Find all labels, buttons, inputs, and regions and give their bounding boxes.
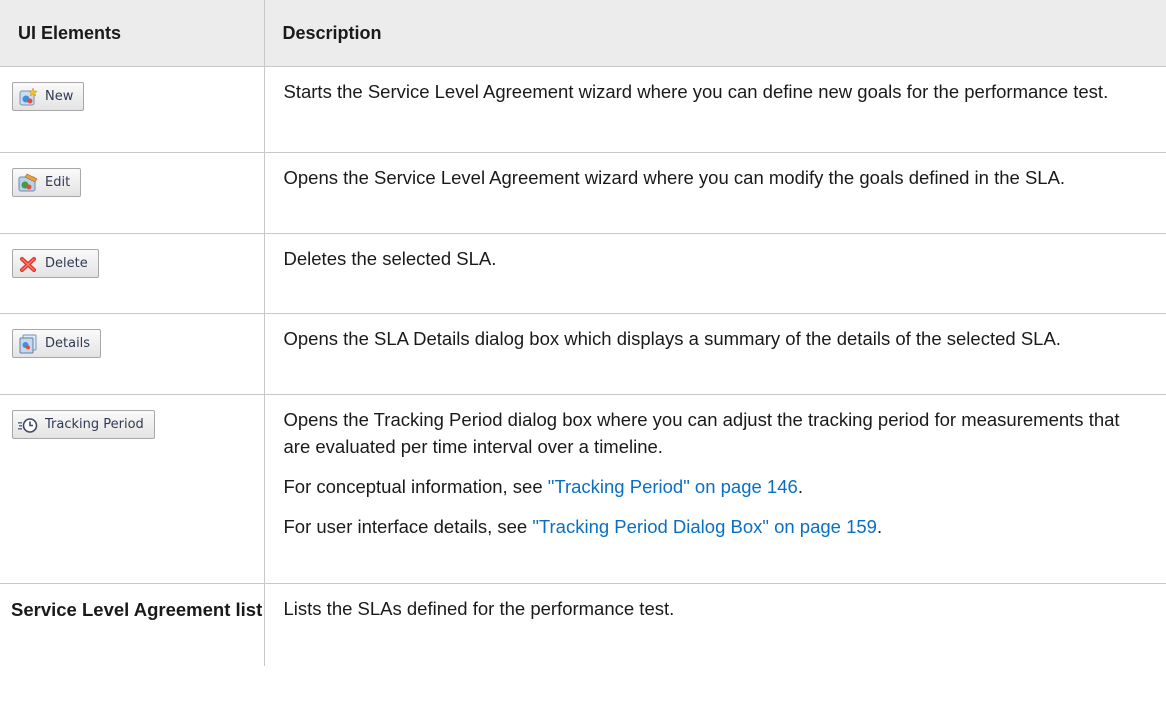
conceptual-info-note: For conceptual information, see "Trackin… bbox=[284, 473, 1147, 500]
note-prefix: For conceptual information, see bbox=[283, 476, 548, 497]
edit-button-label: Edit bbox=[45, 175, 71, 190]
tracking-period-link[interactable]: "Tracking Period" on page 146 bbox=[548, 476, 798, 497]
description-text: Lists the SLAs defined for the performan… bbox=[283, 598, 675, 619]
details-button-label: Details bbox=[45, 336, 91, 351]
ui-element-cell: Delete bbox=[0, 233, 265, 314]
description-cell: Deletes the selected SLA. bbox=[263, 233, 1166, 314]
description-text: Opens the Tracking Period dialog box whe… bbox=[283, 409, 1120, 457]
description-cell: Opens the SLA Details dialog box which d… bbox=[263, 313, 1166, 395]
table-row: Edit Opens the Service Level Agreement w… bbox=[0, 152, 1166, 234]
delete-x-icon bbox=[18, 254, 38, 274]
delete-button[interactable]: Delete bbox=[12, 249, 99, 278]
table-header-row: UI Elements Description bbox=[0, 0, 1166, 67]
ui-element-cell: Details bbox=[0, 313, 265, 395]
ui-element-cell: Edit bbox=[0, 152, 265, 234]
ui-element-cell: New bbox=[0, 66, 265, 153]
table-row: Service Level Agreement list Lists the S… bbox=[0, 583, 1166, 666]
new-button-label: New bbox=[45, 89, 74, 104]
ui-element-cell: Tracking Period bbox=[0, 394, 265, 584]
ui-elements-table: UI Elements Description New Starts the S… bbox=[0, 0, 1166, 666]
ui-details-note: For user interface details, see "Trackin… bbox=[284, 513, 1147, 540]
clock-icon bbox=[18, 415, 38, 435]
note-suffix: . bbox=[876, 516, 883, 537]
sla-list-label: Service Level Agreement list bbox=[0, 583, 265, 666]
description-text: Starts the Service Level Agreement wizar… bbox=[283, 81, 1109, 102]
new-button[interactable]: New bbox=[12, 82, 85, 111]
header-description: Description bbox=[263, 0, 1166, 67]
edit-button[interactable]: Edit bbox=[12, 168, 82, 197]
tracking-period-button-label: Tracking Period bbox=[45, 417, 144, 432]
description-cell: Lists the SLAs defined for the performan… bbox=[263, 583, 1166, 666]
header-ui-elements: UI Elements bbox=[0, 0, 265, 67]
table-row: Delete Deletes the selected SLA. bbox=[0, 233, 1166, 314]
delete-button-label: Delete bbox=[45, 256, 88, 271]
new-wizard-icon bbox=[18, 86, 38, 107]
details-icon bbox=[18, 334, 38, 354]
description-text: Deletes the selected SLA. bbox=[283, 248, 497, 269]
tracking-period-button[interactable]: Tracking Period bbox=[12, 410, 155, 439]
table-row: Details Opens the SLA Details dialog box… bbox=[0, 313, 1166, 395]
description-text: Opens the SLA Details dialog box which d… bbox=[283, 328, 1061, 349]
table-row: New Starts the Service Level Agreement w… bbox=[0, 66, 1166, 153]
tracking-period-dialog-link[interactable]: "Tracking Period Dialog Box" on page 159 bbox=[532, 516, 877, 537]
description-text: Opens the Service Level Agreement wizard… bbox=[283, 167, 1066, 188]
note-prefix: For user interface details, see bbox=[283, 516, 533, 537]
description-cell: Starts the Service Level Agreement wizar… bbox=[263, 66, 1166, 153]
details-button[interactable]: Details bbox=[12, 329, 102, 358]
edit-icon bbox=[18, 173, 38, 193]
description-cell: Opens the Tracking Period dialog box whe… bbox=[263, 394, 1166, 584]
description-cell: Opens the Service Level Agreement wizard… bbox=[263, 152, 1166, 234]
note-suffix: . bbox=[797, 476, 803, 497]
table-row: Tracking Period Opens the Tracking Perio… bbox=[0, 394, 1166, 584]
